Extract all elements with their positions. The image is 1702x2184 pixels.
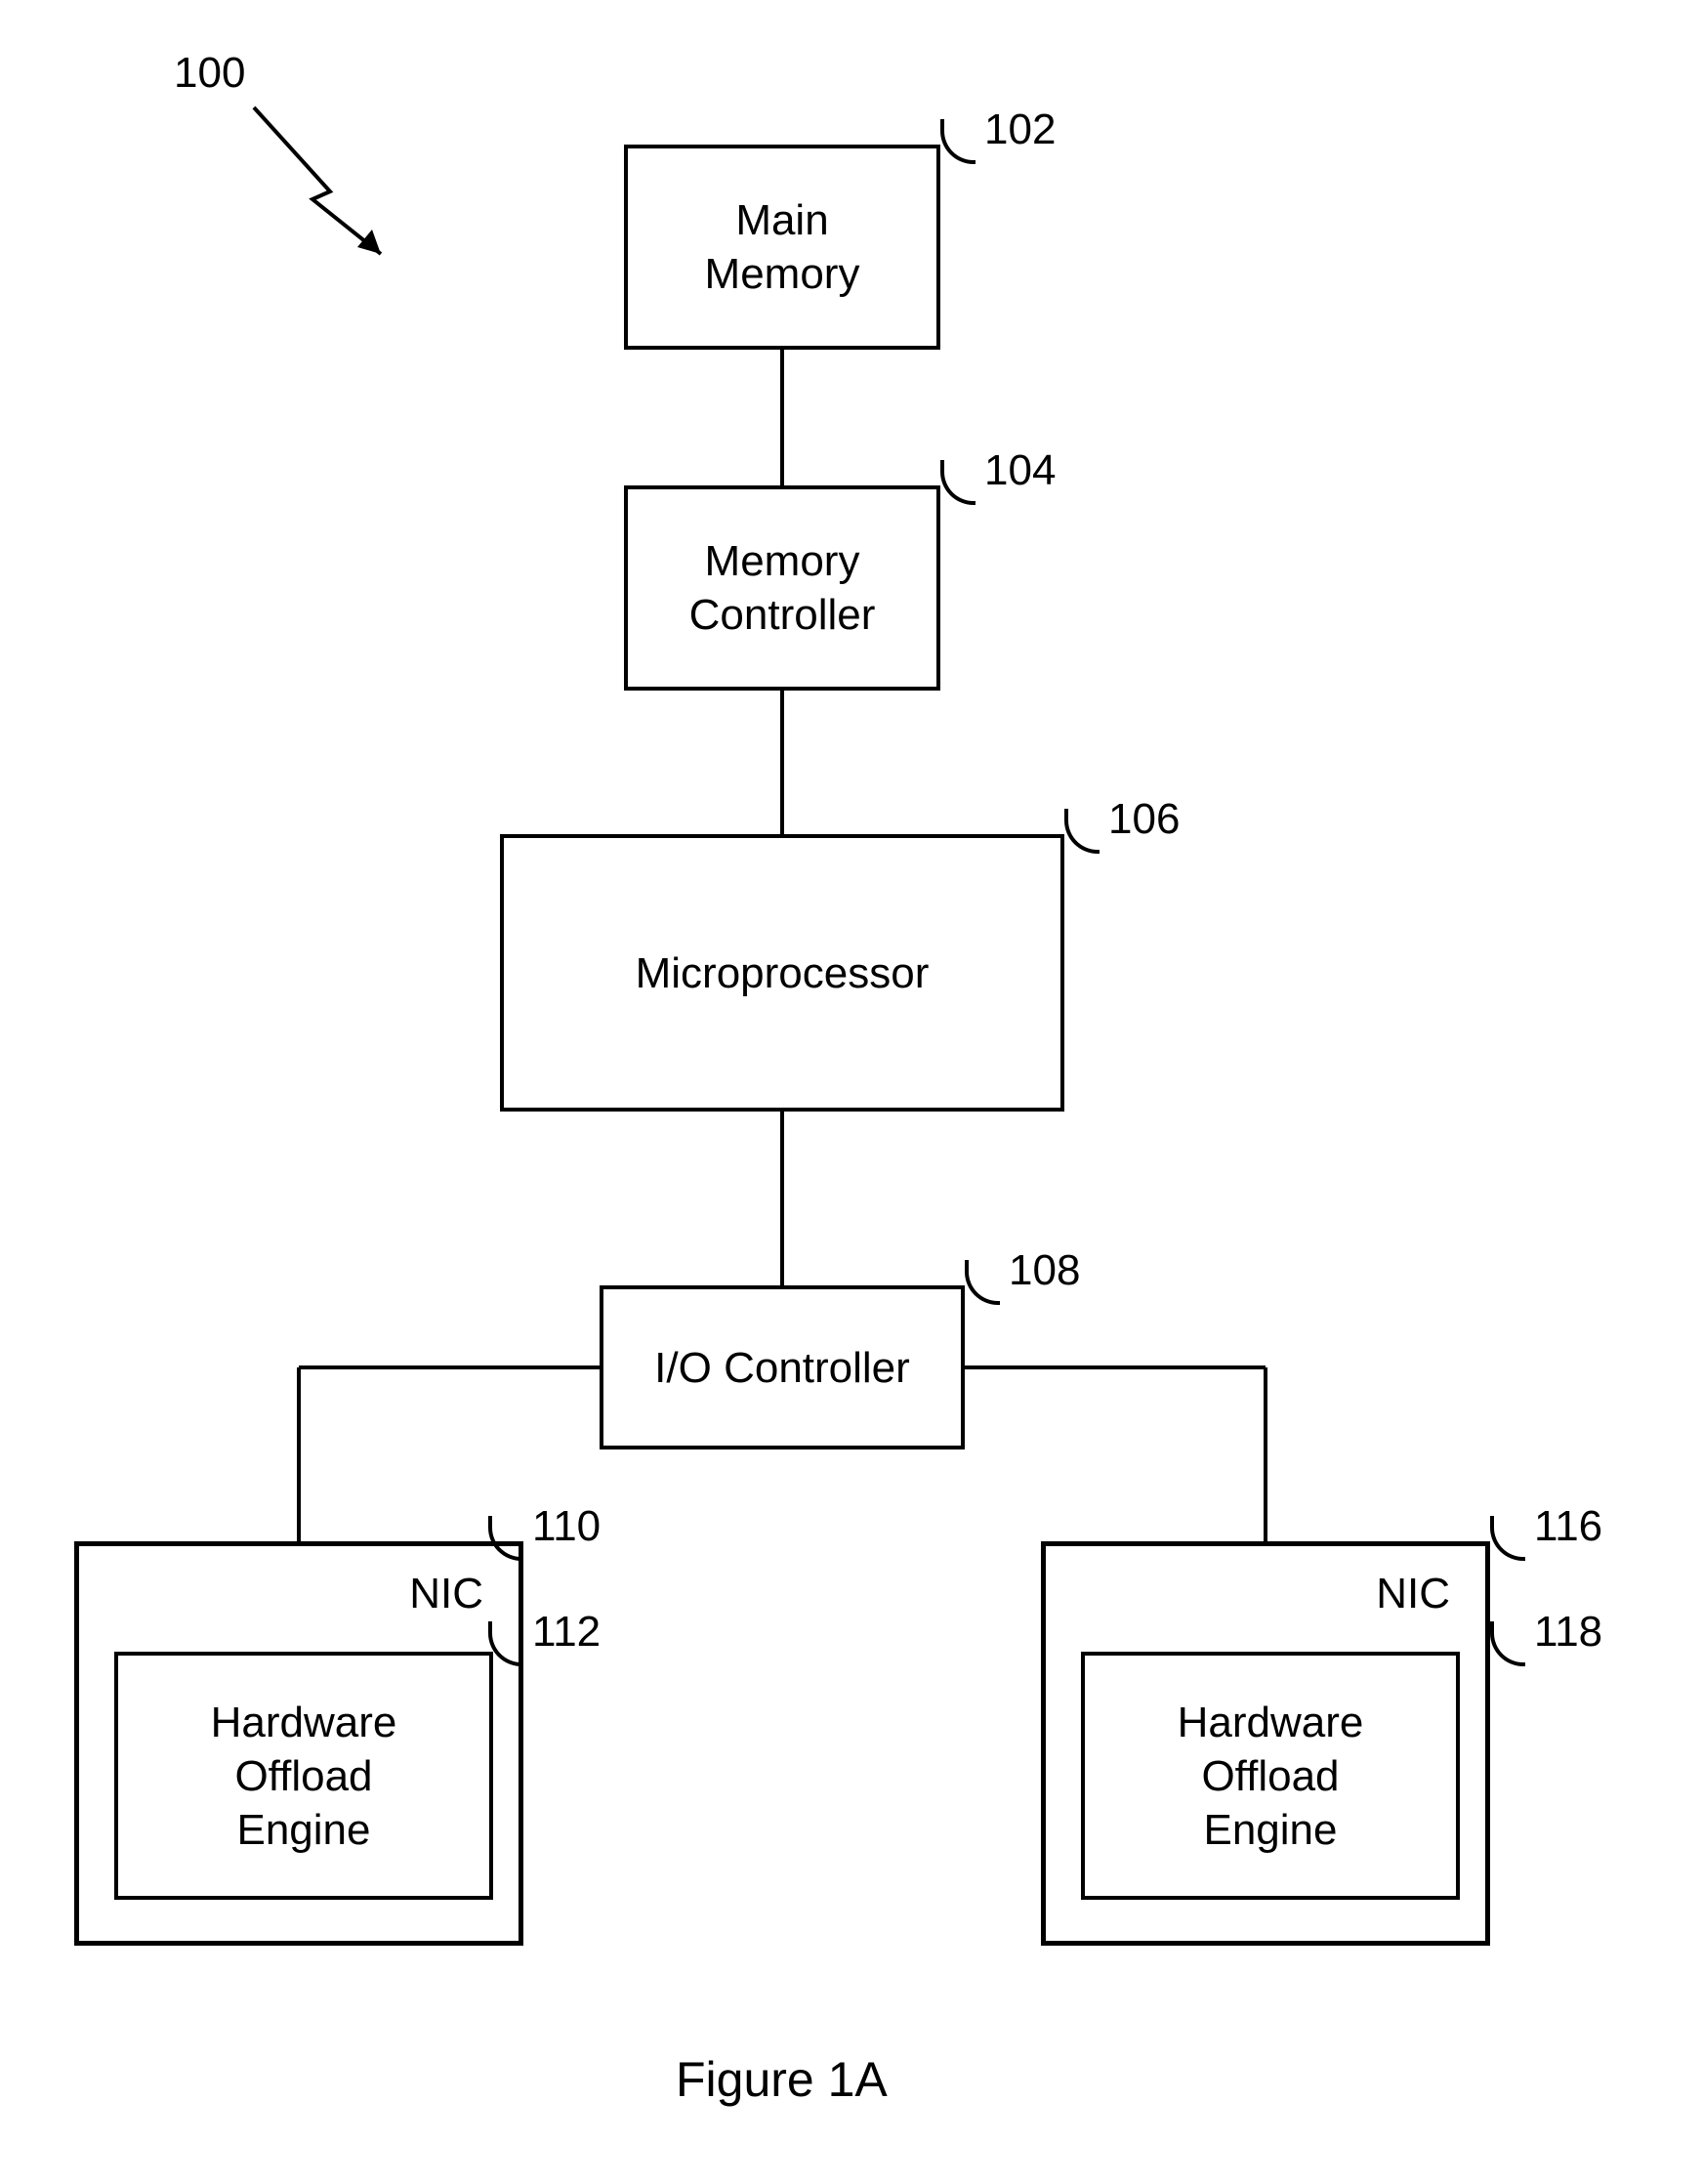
ref-hook-102 [940, 119, 976, 164]
ref-104: 104 [984, 446, 1056, 495]
ref-hook-118 [1490, 1621, 1525, 1666]
ref-106: 106 [1108, 795, 1180, 844]
block-hw-right: Hardware Offload Engine [1081, 1652, 1460, 1900]
ref-100: 100 [174, 49, 245, 98]
ref-112: 112 [532, 1608, 601, 1657]
ref-102: 102 [984, 105, 1056, 154]
block-memory-controller-label: Memory Controller [689, 534, 876, 642]
block-main-memory-label: Main Memory [705, 193, 860, 301]
ref-hook-104 [940, 460, 976, 505]
block-nic-left-title: NIC [409, 1570, 483, 1618]
ref-100-arrow [234, 98, 430, 273]
ref-hook-108 [965, 1260, 1000, 1305]
figure-caption: Figure 1A [676, 2051, 888, 2108]
ref-118: 118 [1534, 1608, 1602, 1657]
ref-110: 110 [532, 1502, 601, 1551]
block-main-memory: Main Memory [624, 145, 940, 350]
ref-108: 108 [1009, 1246, 1080, 1295]
ref-116: 116 [1534, 1502, 1602, 1551]
diagram-canvas: 100 Main Memory 102 Memory Controller 10… [0, 0, 1702, 2184]
block-hw-left-label: Hardware Offload Engine [211, 1696, 397, 1857]
block-hw-left: Hardware Offload Engine [114, 1652, 493, 1900]
block-nic-right: NIC Hardware Offload Engine [1041, 1541, 1490, 1946]
block-nic-left: NIC Hardware Offload Engine [74, 1541, 523, 1946]
block-io-controller-label: I/O Controller [654, 1341, 910, 1395]
block-hw-right-label: Hardware Offload Engine [1178, 1696, 1364, 1857]
block-nic-right-title: NIC [1376, 1570, 1450, 1618]
block-memory-controller: Memory Controller [624, 485, 940, 691]
ref-hook-116 [1490, 1516, 1525, 1561]
ref-hook-106 [1064, 809, 1100, 854]
block-microprocessor: Microprocessor [500, 834, 1064, 1112]
block-microprocessor-label: Microprocessor [636, 946, 930, 1000]
block-io-controller: I/O Controller [600, 1285, 965, 1449]
